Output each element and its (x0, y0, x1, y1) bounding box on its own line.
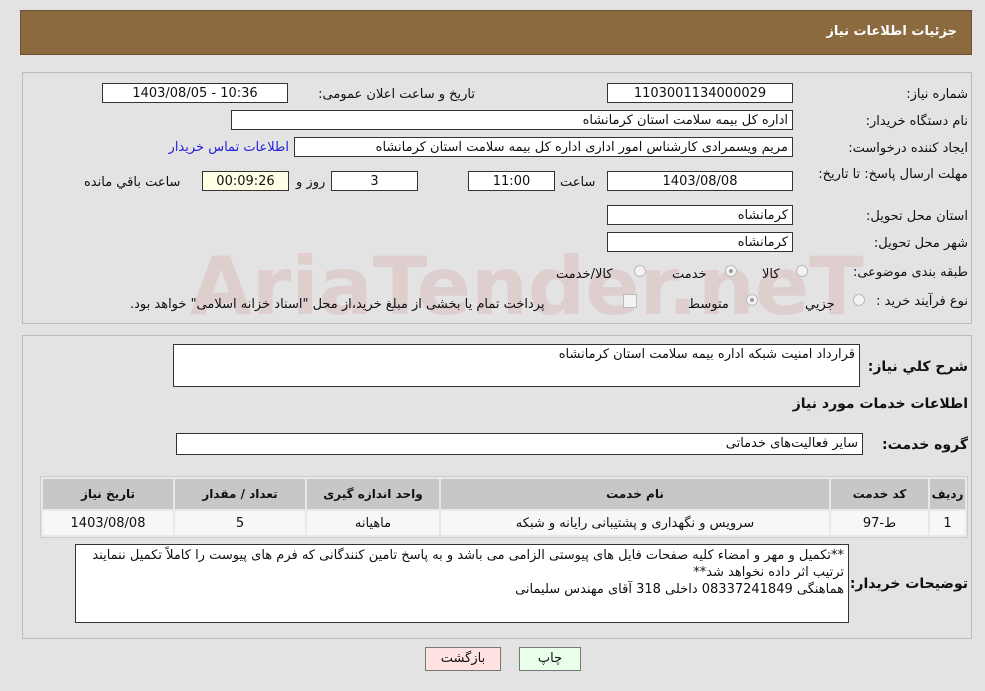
buyer-notes-textarea[interactable]: **تکمیل و مهر و امضاء کلیه صفحات فایل ها… (75, 544, 849, 623)
back-button[interactable]: بازگشت (425, 647, 501, 671)
print-button[interactable]: چاپ (519, 647, 581, 671)
description-textarea[interactable]: قرارداد امنیت شبکه اداره بیمه سلامت استا… (173, 344, 860, 387)
days-label: روز و (296, 175, 326, 190)
creator-label: ایجاد کننده درخواست: (848, 141, 968, 156)
cell-row: 1 (930, 511, 965, 535)
services-title: اطلاعات خدمات مورد نیاز (792, 396, 968, 412)
treasury-checkbox[interactable] (623, 294, 637, 308)
need-number-field: 1103001134000029 (607, 83, 793, 103)
description-label: شرح کلي نیاز: (867, 359, 968, 375)
col-code: کد خدمت (831, 479, 928, 509)
deadline-date-field: 1403/08/08 (607, 171, 793, 191)
remaining-time-field: 00:09:26 (202, 171, 289, 191)
process-note: پرداخت تمام یا بخشی از مبلغ خرید،از محل … (130, 297, 545, 312)
city-label: شهر محل تحویل: (873, 236, 968, 251)
watermark-logo: AriaTender.neT (190, 240, 864, 333)
province-field: کرمانشاه (607, 205, 793, 225)
process-option-minor: جزیي (805, 297, 835, 312)
table-row: 1 ط-97 سرویس و نگهداری و پشتیبانی رایانه… (43, 511, 965, 535)
col-date: تاریخ نیاز (43, 479, 173, 509)
col-name: نام خدمت (441, 479, 829, 509)
table-header-row: ردیف کد خدمت نام خدمت واحد اندازه گیری ت… (43, 479, 965, 509)
page-title: جزئیات اطلاعات نیاز (826, 24, 957, 39)
remaining-label: ساعت باقي مانده (84, 175, 181, 190)
buyer-contact-link[interactable]: اطلاعات تماس خریدار (169, 140, 289, 155)
col-qty: تعداد / مقدار (175, 479, 305, 509)
city-field: کرمانشاه (607, 232, 793, 252)
deadline-time-field: 11:00 (468, 171, 555, 191)
col-unit: واحد اندازه گیری (307, 479, 439, 509)
cell-unit: ماهیانه (307, 511, 439, 535)
process-option-medium: متوسط (688, 297, 729, 312)
cell-name: سرویس و نگهداری و پشتیبانی رایانه و شبکه (441, 511, 829, 535)
col-row: ردیف (930, 479, 965, 509)
process-radio-minor[interactable] (853, 294, 865, 306)
cell-code: ط-97 (831, 511, 928, 535)
notes-line: **تکمیل و مهر و امضاء کلیه صفحات فایل ها… (92, 548, 844, 580)
province-label: استان محل تحویل: (866, 209, 968, 224)
buyer-field: اداره کل بیمه سلامت استان کرمانشاه (231, 110, 793, 130)
creator-field: مریم ویسمرادی کارشناس امور اداری اداره ک… (294, 137, 793, 157)
cell-qty: 5 (175, 511, 305, 535)
process-radio-medium[interactable] (746, 294, 758, 306)
time-label: ساعت (560, 175, 596, 190)
category-radio-service[interactable] (725, 265, 737, 277)
announce-label: تاریخ و ساعت اعلان عمومی: (318, 87, 475, 102)
category-option-goods: کالا (762, 267, 780, 282)
deadline-label: مهلت ارسال پاسخ: تا تاریخ: (818, 167, 968, 182)
notes-line: هماهنگی 08337241849 داخلی 318 آقای مهندس… (515, 582, 844, 597)
category-label: طبقه بندی موضوعی: (852, 265, 968, 280)
page-header: جزئیات اطلاعات نیاز (20, 10, 972, 55)
buyer-notes-label: توضیحات خریدار: (849, 576, 968, 592)
category-radio-goods[interactable] (796, 265, 808, 277)
need-number-label: شماره نیاز: (906, 87, 968, 102)
announce-field: 1403/08/05 - 10:36 (102, 83, 288, 103)
service-group-label: گروه خدمت: (882, 437, 968, 453)
category-radio-goods-service[interactable] (634, 265, 646, 277)
days-field: 3 (331, 171, 418, 191)
category-option-service: خدمت (672, 267, 707, 282)
category-option-goods-service: کالا/خدمت (556, 267, 613, 282)
service-group-field: سایر فعالیت‌های خدماتی (176, 433, 863, 455)
process-label: نوع فرآیند خرید : (876, 294, 968, 309)
buyer-label: نام دستگاه خریدار: (865, 114, 968, 129)
cell-date: 1403/08/08 (43, 511, 173, 535)
services-table: ردیف کد خدمت نام خدمت واحد اندازه گیری ت… (40, 476, 968, 538)
